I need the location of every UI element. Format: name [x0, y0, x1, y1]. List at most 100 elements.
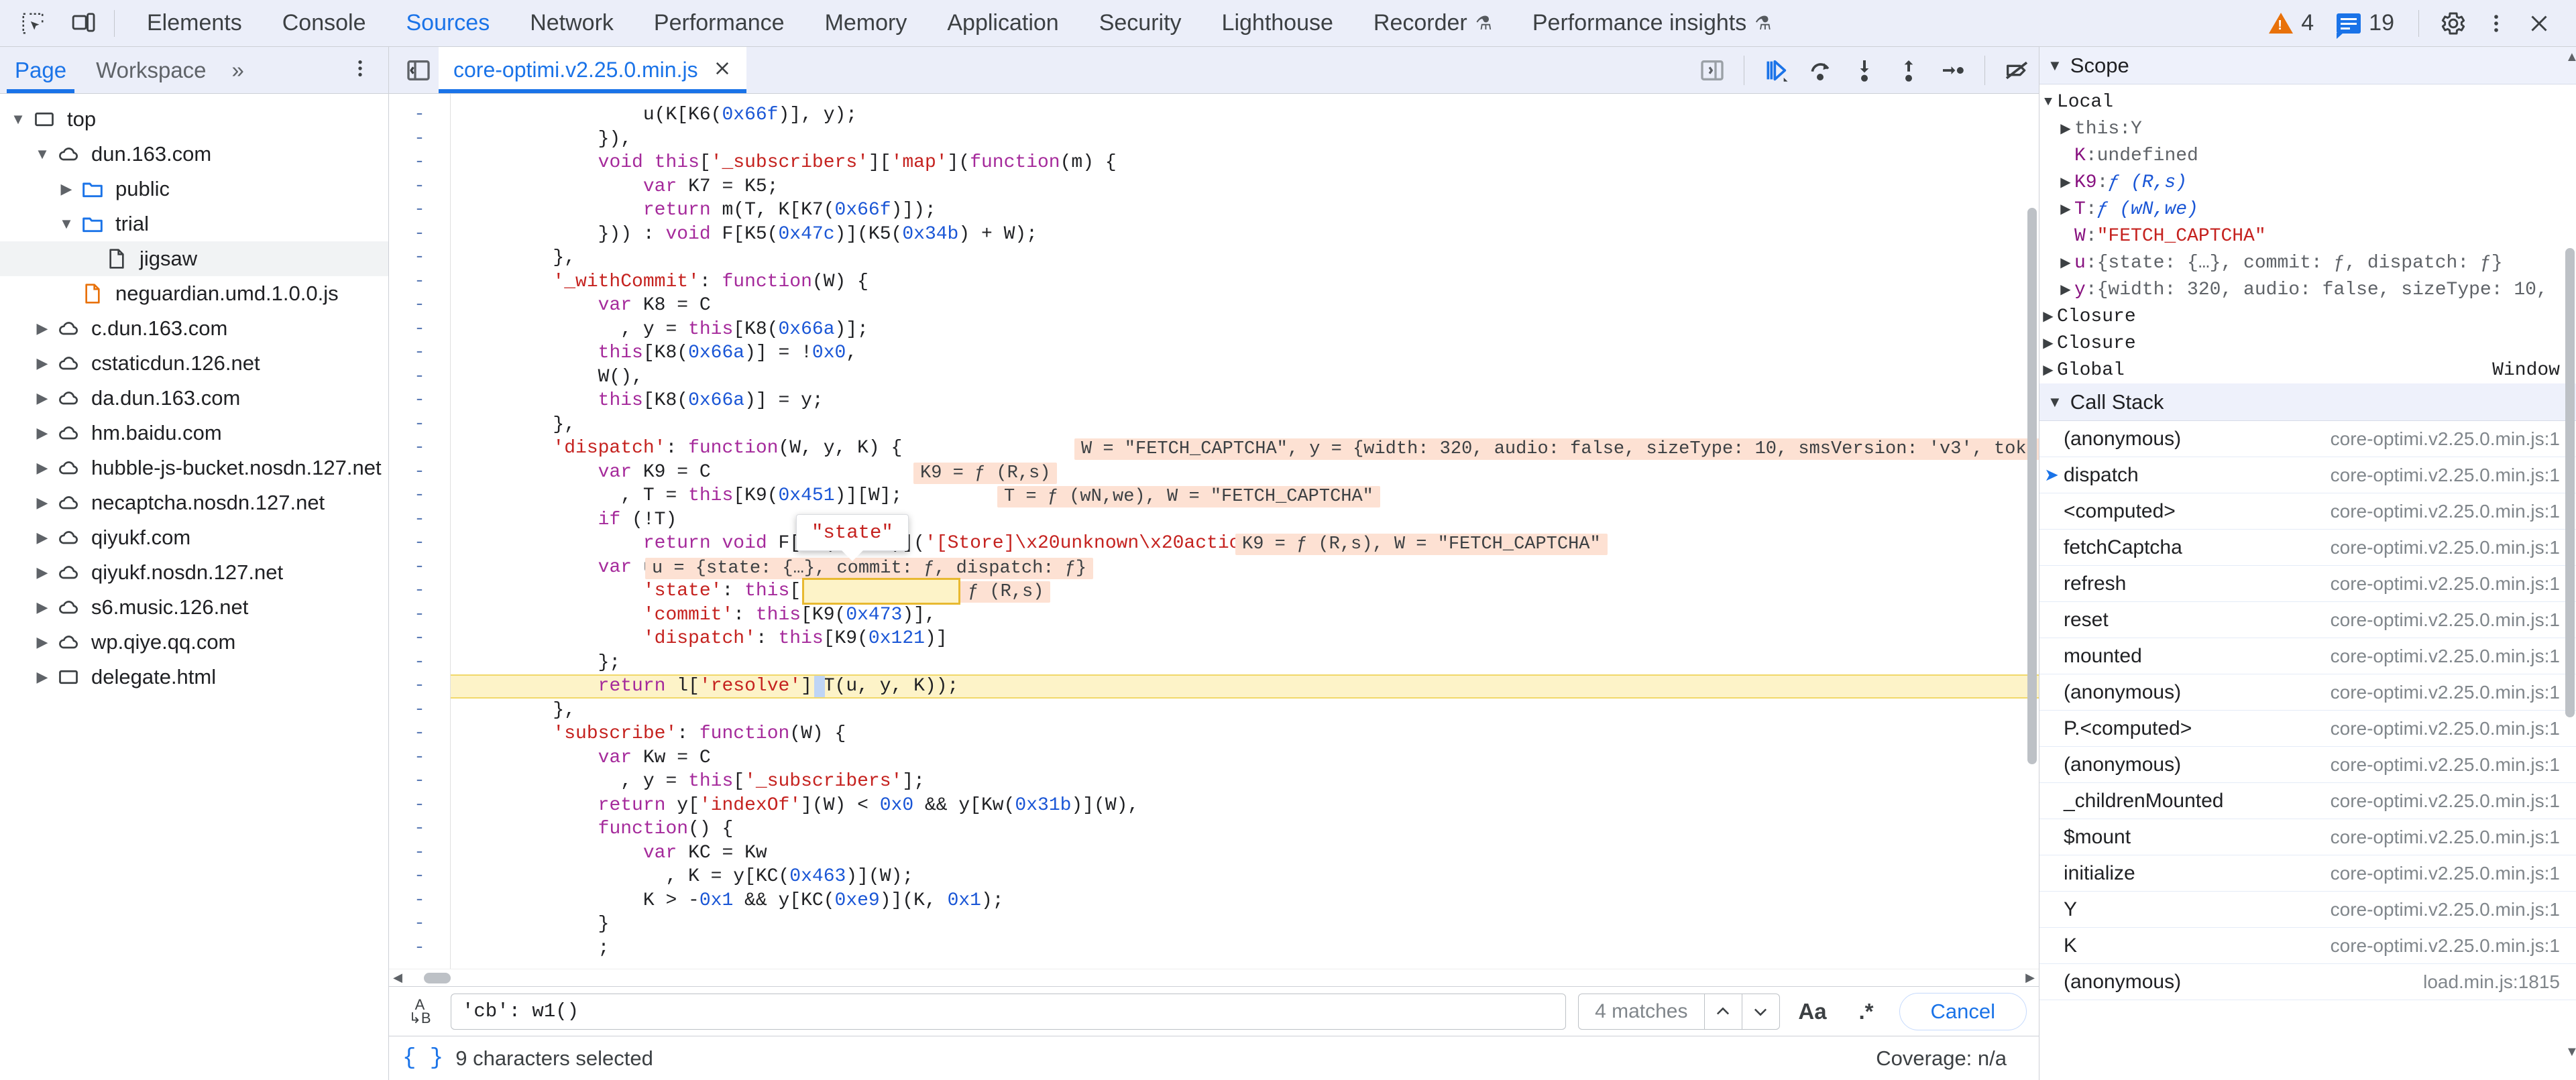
call-stack-frame[interactable]: fetchCaptcha core-optimi.v2.25.0.min.js:1: [2039, 530, 2576, 566]
chevron-down-icon[interactable]: [1741, 994, 1779, 1029]
line-number[interactable]: -: [389, 674, 450, 699]
scope-variable-K[interactable]: ▸K: undefined: [2039, 142, 2576, 169]
chevron-right-icon[interactable]: ▶: [2039, 361, 2057, 379]
line-number[interactable]: -: [389, 579, 450, 603]
scope-group-closure-0[interactable]: ▶ Closure: [2039, 303, 2576, 330]
regex-toggle[interactable]: .*: [1846, 993, 1887, 1030]
nav-tab-workspace[interactable]: Workspace: [81, 47, 221, 93]
panel-tab-performance[interactable]: Performance: [634, 0, 805, 46]
chevron-right-icon[interactable]: ▶: [2057, 120, 2074, 137]
code-line[interactable]: var K9 = C: [451, 461, 2039, 485]
line-number[interactable]: -: [389, 484, 450, 508]
line-number[interactable]: -: [389, 912, 450, 937]
chevron-right-icon[interactable]: ▶: [58, 180, 75, 198]
chevron-up-icon[interactable]: [1703, 994, 1742, 1029]
device-toolbar-icon[interactable]: [66, 5, 102, 42]
panel-tab-sources[interactable]: Sources: [386, 0, 510, 46]
line-number[interactable]: -: [389, 270, 450, 294]
call-stack-frame[interactable]: refresh core-optimi.v2.25.0.min.js:1: [2039, 566, 2576, 602]
resume-script-execution-icon[interactable]: [1754, 48, 1798, 93]
scroll-up-arrow-icon[interactable]: ▲: [2565, 50, 2576, 65]
file-tree-item[interactable]: ▶ necaptcha.nosdn.127.net: [0, 485, 388, 520]
close-icon[interactable]: [2521, 5, 2557, 42]
navigator-more-options-icon[interactable]: [349, 58, 388, 82]
chevron-right-icon[interactable]: ▶: [34, 529, 51, 546]
chevron-right-icon[interactable]: ▶: [2057, 254, 2074, 272]
file-tree-item[interactable]: ▶ hubble-js-bucket.nosdn.127.net: [0, 451, 388, 485]
panel-tab-console[interactable]: Console: [262, 0, 386, 46]
call-stack-frame[interactable]: ➤ dispatch core-optimi.v2.25.0.min.js:1: [2039, 457, 2576, 493]
code-line[interactable]: 'dispatch': this[K9(0x121)]: [451, 627, 2039, 651]
panel-tab-elements[interactable]: Elements: [127, 0, 262, 46]
cancel-button[interactable]: Cancel: [1899, 992, 2027, 1030]
scroll-right-arrow-icon[interactable]: ▶: [2021, 971, 2039, 985]
line-number[interactable]: -: [389, 937, 450, 961]
nav-tab-page[interactable]: Page: [0, 47, 81, 93]
code-line[interactable]: return m(T, K[K7(0x66f)]);: [451, 198, 2039, 223]
code-line[interactable]: , y = this['_subscribers'];: [451, 770, 2039, 794]
line-number[interactable]: -: [389, 556, 450, 580]
call-stack-frame[interactable]: (anonymous) core-optimi.v2.25.0.min.js:1: [2039, 674, 2576, 711]
code-line[interactable]: },: [451, 699, 2039, 723]
line-number[interactable]: -: [389, 651, 450, 675]
code-editor[interactable]: ------------------------------------ "st…: [389, 94, 2039, 969]
scroll-down-arrow-icon[interactable]: ▼: [2565, 1044, 2576, 1060]
scope-variable-u[interactable]: ▶ u: {state: {…}, commit: ƒ, dispatch: ƒ}: [2039, 249, 2576, 276]
line-number[interactable]: -: [389, 532, 450, 556]
chevron-down-icon[interactable]: ▼: [34, 145, 51, 163]
match-case-toggle[interactable]: Aa: [1792, 993, 1834, 1030]
line-number[interactable]: -: [389, 127, 450, 152]
line-number[interactable]: -: [389, 175, 450, 199]
code-line[interactable]: void this['_subscribers']['map'](functio…: [451, 151, 2039, 175]
chevron-right-icon[interactable]: ▶: [34, 668, 51, 686]
call-stack-frame[interactable]: P.<computed> core-optimi.v2.25.0.min.js:1: [2039, 711, 2576, 747]
scope-variable-K9[interactable]: ▶ K9: ƒ (R,s): [2039, 169, 2576, 196]
sidebar-vertical-scrollbar[interactable]: ▲ ▼: [2564, 47, 2576, 1080]
code-line[interactable]: W(),: [451, 365, 2039, 389]
editor-vertical-scrollbar[interactable]: [2025, 94, 2039, 969]
scope-variable-W[interactable]: ▸W: "FETCH_CAPTCHA": [2039, 223, 2576, 249]
gear-icon[interactable]: [2435, 5, 2471, 42]
call-stack-frame[interactable]: _childrenMounted core-optimi.v2.25.0.min.…: [2039, 783, 2576, 819]
line-number[interactable]: -: [389, 508, 450, 532]
line-number[interactable]: -: [389, 603, 450, 627]
chevron-right-icon[interactable]: ▶: [34, 634, 51, 651]
editor-tab-core-optimi[interactable]: core-optimi.v2.25.0.min.js: [439, 47, 746, 93]
code-line[interactable]: if (!T): [451, 508, 2039, 532]
line-number[interactable]: -: [389, 817, 450, 841]
scope-group-global[interactable]: ▶ Global Window: [2039, 357, 2576, 383]
code-line[interactable]: this[K8(0x66a)] = y;: [451, 389, 2039, 413]
chevron-right-icon[interactable]: ▶: [2039, 308, 2057, 325]
file-tree-item[interactable]: ▶jigsaw: [0, 241, 388, 276]
code-line[interactable]: function() {: [451, 817, 2039, 841]
file-tree-item[interactable]: ▶ cstaticdun.126.net: [0, 346, 388, 381]
format-braces-icon[interactable]: { }: [402, 1046, 443, 1071]
chevron-right-icon[interactable]: ▶: [34, 355, 51, 372]
panel-tab-performance-insights[interactable]: Performance insights ⚗: [1512, 0, 1791, 46]
file-tree-item[interactable]: ▶ qiyukf.nosdn.127.net: [0, 555, 388, 590]
call-stack-frame[interactable]: initialize core-optimi.v2.25.0.min.js:1: [2039, 855, 2576, 892]
line-number[interactable]: -: [389, 365, 450, 389]
file-tree-item[interactable]: ▶ wp.qiye.qq.com: [0, 625, 388, 660]
scope-variable-y[interactable]: ▶ y: {width: 320, audio: false, sizeType:…: [2039, 276, 2576, 303]
file-tree-item[interactable]: ▶ hm.baidu.com: [0, 416, 388, 451]
code-line-paused[interactable]: return l['resolve'](T(u, y, K));: [451, 674, 2039, 699]
chevron-right-icon[interactable]: ▶: [2039, 335, 2057, 352]
panel-tab-network[interactable]: Network: [510, 0, 634, 46]
code-line[interactable]: var K7 = K5;: [451, 175, 2039, 199]
hscroll-thumb[interactable]: [424, 972, 451, 983]
step-into-icon[interactable]: [1842, 48, 1887, 93]
scope-group-local[interactable]: ▼ Local: [2039, 88, 2576, 115]
line-number[interactable]: -: [389, 627, 450, 651]
code-line[interactable]: ;: [451, 937, 2039, 961]
chevron-right-icon[interactable]: ▶: [34, 389, 51, 407]
inspect-element-icon[interactable]: [15, 5, 51, 42]
call-stack-frame[interactable]: reset core-optimi.v2.25.0.min.js:1: [2039, 602, 2576, 638]
line-number[interactable]: -: [389, 461, 450, 485]
code-line[interactable]: }: [451, 912, 2039, 937]
code-line[interactable]: },: [451, 246, 2039, 270]
close-icon[interactable]: [713, 59, 732, 81]
line-number[interactable]: -: [389, 318, 450, 342]
call-stack-frame[interactable]: mounted core-optimi.v2.25.0.min.js:1: [2039, 638, 2576, 674]
nav-more-tabs-chevron-icon[interactable]: »: [221, 58, 255, 83]
